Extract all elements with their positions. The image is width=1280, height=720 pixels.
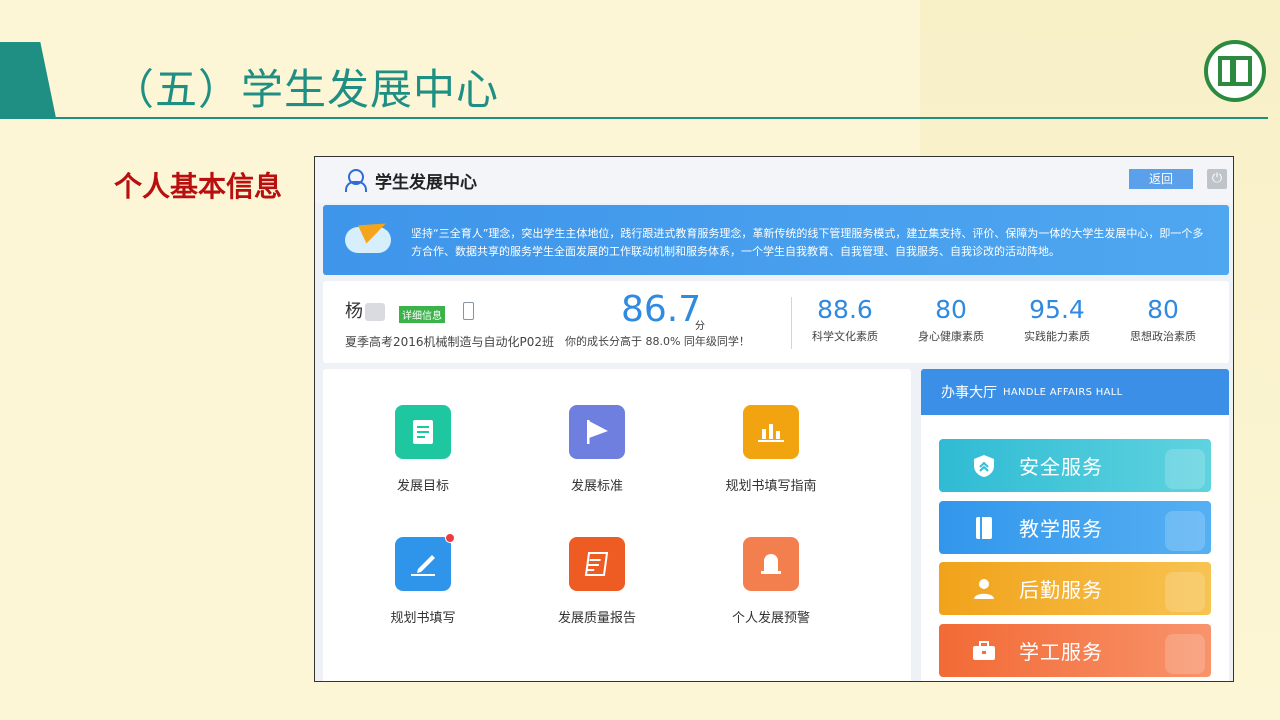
pen-icon [395,533,455,591]
metric-label: 科学文化素质 [812,330,878,343]
metric-label: 实践能力素质 [1024,330,1090,343]
power-icon[interactable]: ⏻ [1207,169,1227,189]
tile-label: 规划书填写指南 [725,479,817,494]
title-underline [0,117,1268,119]
divider [791,297,792,349]
intro-banner: 坚持“三全育人”理念，突出学生主体地位，践行跟进式教育服务理念，革新传统的线下管… [323,205,1229,275]
shield-icon [971,453,997,479]
metric-value: 80 [1147,295,1179,324]
service-label: 教学服务 [1019,517,1103,541]
metric-science-culture: 88.6 科学文化素质 [795,295,895,344]
users-icon [345,169,367,192]
report-icon [569,537,625,591]
teaching-service-button[interactable]: 教学服务 [939,501,1211,554]
person-icon [971,576,997,602]
tile-plan-fill[interactable]: 规划书填写 [353,533,493,626]
notification-dot [445,533,455,543]
metric-value: 80 [935,295,967,324]
person-icon-watermark [1165,572,1205,612]
bell-icon [743,537,799,591]
tile-plan-guide[interactable]: 规划书填写指南 [701,405,841,494]
book-icon [971,515,997,541]
name-redaction [365,303,385,321]
tile-label: 规划书填写 [390,611,456,626]
document-icon [395,405,451,459]
logistics-service-button[interactable]: 后勤服务 [939,562,1211,615]
book-icon-watermark [1165,511,1205,551]
metric-value: 95.4 [1029,295,1085,324]
score-unit: 分 [695,321,705,332]
profile-card: 杨 详细信息 夏季高考2016机械制造与自动化P02班 86.7 分 你的成长分… [323,281,1229,363]
rank-text: 你的成长分高于 88.0% 同年级同学！ [565,335,750,348]
metric-label: 思想政治素质 [1130,330,1196,343]
detail-info-badge[interactable]: 详细信息 [399,306,445,323]
student-affairs-service-button[interactable]: 学工服务 [939,624,1211,677]
service-label: 后勤服务 [1019,578,1103,602]
app-title: 学生发展中心 [375,172,477,193]
function-grid: 发展目标 发展标准 规划书填写指南 规划书填写 发展质量报告 个人发展预警 [323,369,911,681]
metric-ideological-political: 80 思想政治素质 [1113,295,1213,344]
tile-label: 发展标准 [570,479,623,494]
tile-label: 个人发展预警 [731,611,810,626]
briefcase-icon-watermark [1165,634,1205,674]
banner-text: 坚持“三全育人”理念，突出学生主体地位，践行跟进式教育服务理念，革新传统的线下管… [411,227,1204,258]
tile-development-goal[interactable]: 发展目标 [353,405,493,494]
title-accent-tab [0,42,56,118]
security-service-button[interactable]: 安全服务 [939,439,1211,492]
tile-quality-report[interactable]: 发展质量报告 [527,537,667,626]
tile-development-standard[interactable]: 发展标准 [527,405,667,494]
class-name: 夏季高考2016机械制造与自动化P02班 [345,335,555,349]
metric-physical-mental: 80 身心健康素质 [901,295,1001,344]
student-name: 杨 [345,297,385,323]
flag-icon [569,405,625,459]
tile-personal-warning[interactable]: 个人发展预警 [701,537,841,626]
tile-label: 发展质量报告 [557,611,636,626]
phone-icon[interactable] [463,302,474,320]
metric-value: 88.6 [817,295,873,324]
back-button[interactable]: 返回 [1129,169,1193,189]
growth-score: 86.7 [621,289,702,330]
metric-label: 身心健康素质 [918,330,984,343]
app-topbar: 学生发展中心 返回 ⏻ [315,157,1233,203]
affairs-hall-panel: 办事大厅 HANDLE AFFAIRS HALL 安全服务 教学服务 后勤服务 [921,369,1229,681]
shield-icon-watermark [1165,449,1205,489]
service-label: 安全服务 [1019,455,1103,479]
slide-title: （五）学生发展中心 [112,65,500,114]
school-logo [1204,40,1266,102]
metric-practical-ability: 95.4 实践能力素质 [1007,295,1107,344]
affairs-header: 办事大厅 HANDLE AFFAIRS HALL [921,369,1229,415]
section-label: 个人基本信息 [114,170,283,203]
affairs-title: 办事大厅 [941,385,997,401]
tile-label: 发展目标 [396,479,449,494]
service-label: 学工服务 [1019,640,1103,664]
app-screenshot: 学生发展中心 返回 ⏻ 坚持“三全育人”理念，突出学生主体地位，践行跟进式教育服… [314,156,1234,682]
bar-chart-icon [743,405,799,459]
affairs-subtitle: HANDLE AFFAIRS HALL [1003,386,1123,398]
briefcase-icon [971,638,997,664]
